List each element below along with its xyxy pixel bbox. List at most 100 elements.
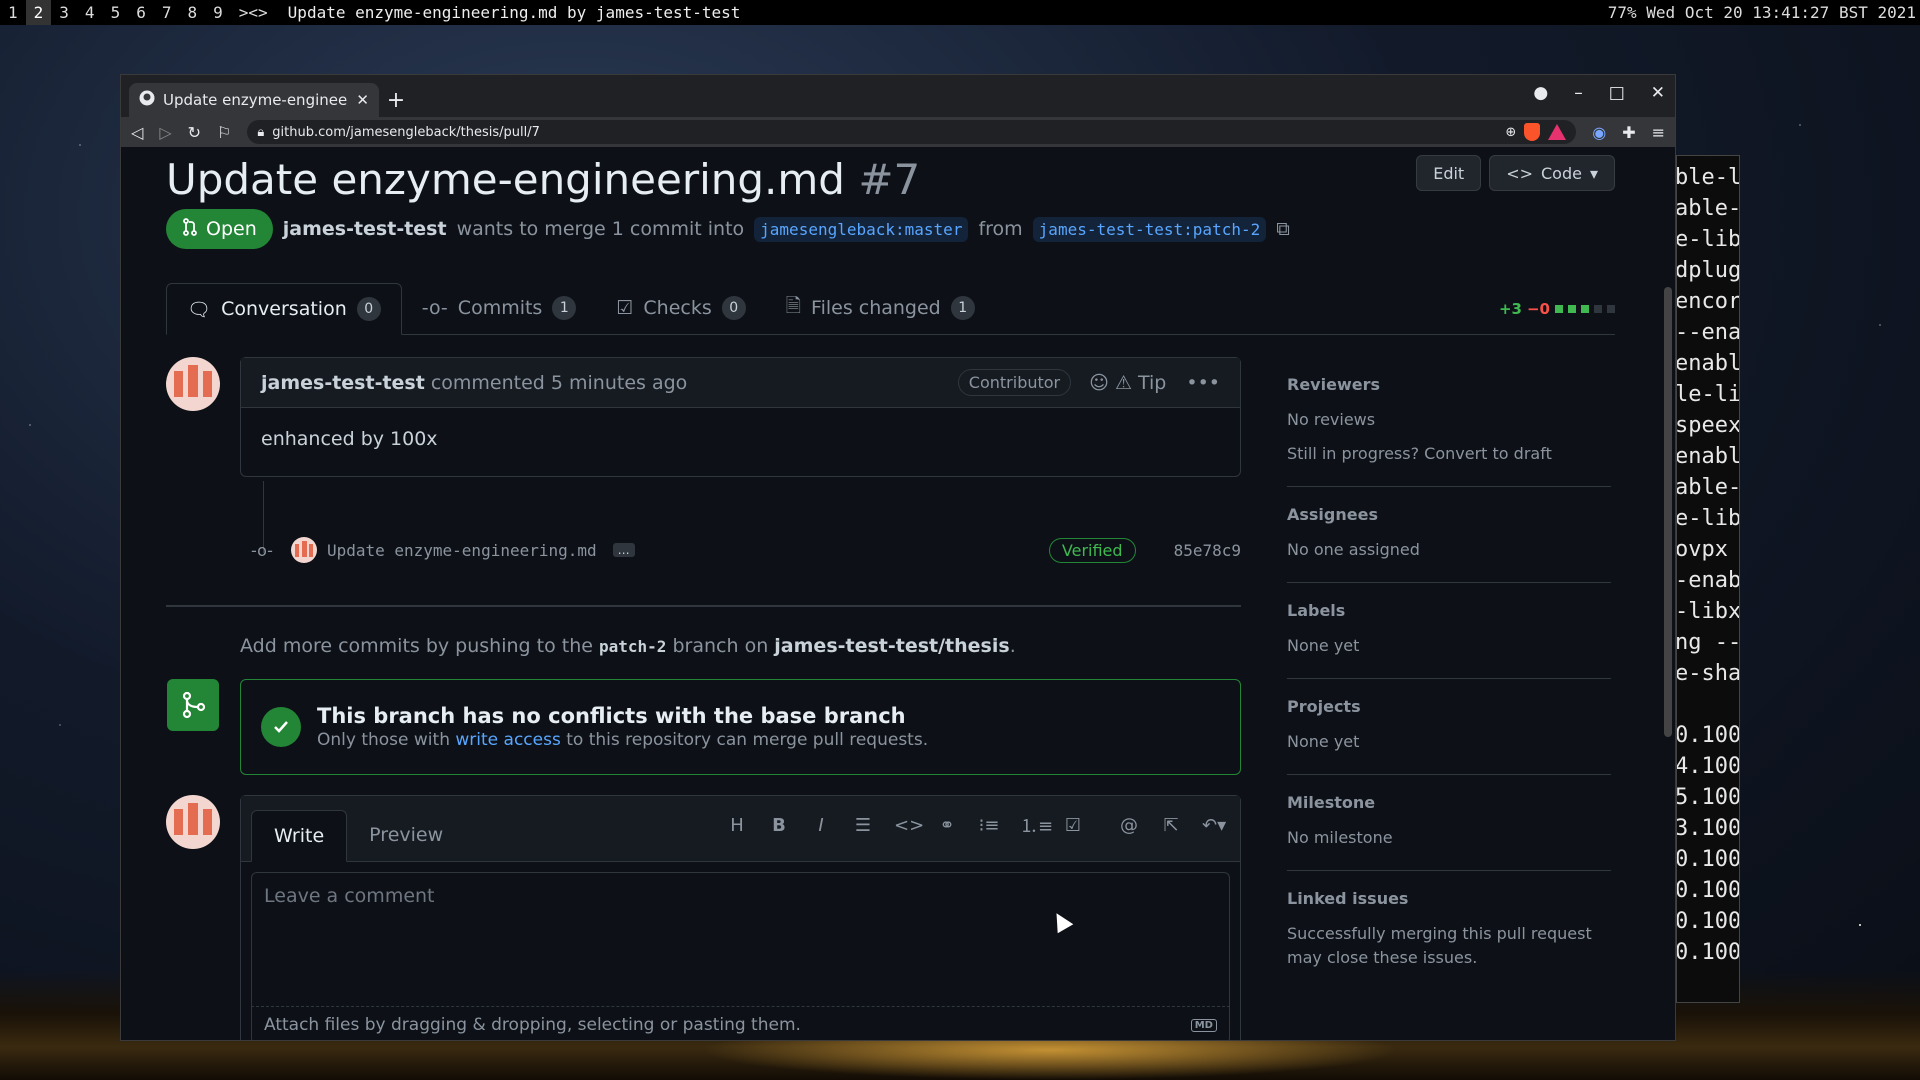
- italic-icon[interactable]: I: [810, 815, 832, 836]
- mention-icon[interactable]: @: [1118, 815, 1140, 836]
- sidebar-heading[interactable]: Milestone: [1287, 793, 1611, 812]
- attach-files-bar[interactable]: Attach files by dragging & dropping, sel…: [251, 1006, 1230, 1040]
- terminal-line: able-: [1676, 196, 1740, 221]
- warning-icon[interactable]: ⚠: [1115, 372, 1132, 394]
- tab-write[interactable]: Write: [251, 810, 348, 862]
- avatar[interactable]: [166, 357, 220, 411]
- numbered-list-icon[interactable]: ⒈≡: [1020, 812, 1053, 838]
- cross-reference-icon[interactable]: ⇱: [1160, 815, 1182, 836]
- commit-avatar[interactable]: [290, 537, 317, 563]
- tab-preview[interactable]: Preview: [347, 809, 465, 861]
- pr-author-link[interactable]: james-test-test: [283, 218, 447, 240]
- merge-status-subtitle: Only those with write access to this rep…: [317, 730, 928, 750]
- back-icon[interactable]: ◁: [131, 123, 143, 142]
- markdown-icon[interactable]: MD: [1190, 1018, 1217, 1032]
- merge-status-title: This branch has no conflicts with the ba…: [317, 704, 906, 728]
- kebab-icon[interactable]: •••: [1186, 372, 1220, 394]
- tab-conversation[interactable]: 🗨︎ Conversation 0: [166, 283, 402, 335]
- bat-rewards-icon[interactable]: [1548, 124, 1567, 140]
- edit-button[interactable]: Edit: [1416, 155, 1482, 191]
- terminal-window[interactable]: ble-l able- e-lib dplug encor --ena enab…: [1676, 155, 1740, 1003]
- copy-icon[interactable]: ⧉: [1276, 218, 1290, 240]
- link-icon[interactable]: ⚭: [936, 815, 958, 836]
- bookmark-icon[interactable]: ⚐: [217, 123, 231, 142]
- sidebar-heading[interactable]: Assignees: [1287, 505, 1611, 524]
- reload-icon[interactable]: ↻: [188, 123, 201, 142]
- workspace-9[interactable]: 9: [205, 0, 231, 25]
- maximize-icon[interactable]: □: [1609, 83, 1625, 103]
- workspace-1[interactable]: 1: [0, 0, 26, 25]
- task-list-icon[interactable]: ☑: [1062, 815, 1084, 836]
- zoom-icon[interactable]: ⊕: [1505, 125, 1516, 140]
- workspace-6[interactable]: 6: [128, 0, 154, 25]
- tab-commits[interactable]: -o- Commits 1: [402, 282, 597, 334]
- commit-sha-link[interactable]: 85e78c9: [1174, 541, 1241, 560]
- tab-checks[interactable]: ☑ Checks 0: [596, 282, 765, 334]
- code-button[interactable]: <> Code ▾: [1489, 155, 1615, 191]
- tab-label: Checks: [643, 297, 712, 319]
- reply-icon[interactable]: ↶▾: [1202, 815, 1226, 836]
- terminal-line: ng --: [1676, 630, 1740, 655]
- tab-files-changed[interactable]: 🗎 Files changed 1: [766, 282, 995, 334]
- sidebar-heading[interactable]: Reviewers: [1287, 375, 1611, 394]
- workspace-7[interactable]: 7: [154, 0, 180, 25]
- terminal-line: 0.100: [1676, 723, 1740, 748]
- workspace-8[interactable]: 8: [179, 0, 205, 25]
- sidebar-heading[interactable]: Labels: [1287, 601, 1611, 620]
- verified-badge[interactable]: Verified: [1048, 537, 1136, 563]
- smiley-icon[interactable]: ☺: [1089, 372, 1109, 394]
- scrollbar-thumb[interactable]: [1664, 287, 1672, 737]
- avatar-pixel: [174, 371, 183, 397]
- tip-label[interactable]: Tip: [1138, 372, 1166, 394]
- sidebar-heading[interactable]: Projects: [1287, 697, 1611, 716]
- terminal-line: 0.100: [1676, 847, 1740, 872]
- commit-icon: -o-: [421, 297, 448, 319]
- address-bar-row: ◁ ▷ ↻ ⚐ 🔒︎ github.com/jamesengleback/the…: [121, 117, 1675, 147]
- page-scrollbar[interactable]: [1661, 147, 1675, 1040]
- url-field[interactable]: 🔒︎ github.com/jamesengleback/thesis/pull…: [247, 120, 1577, 144]
- heading-icon[interactable]: H: [726, 815, 748, 836]
- bulleted-list-icon[interactable]: ⁝≡: [978, 815, 1000, 836]
- avatar[interactable]: [166, 795, 220, 849]
- comment-author[interactable]: james-test-test: [261, 372, 425, 394]
- comment-discussion-icon: 🗨︎: [187, 298, 212, 321]
- workspace-extra[interactable]: ><>: [231, 0, 276, 25]
- sync-icon[interactable]: ◉: [1592, 123, 1606, 142]
- merge-description: wants to merge 1 commit into: [456, 218, 745, 240]
- comment-textarea[interactable]: Leave a comment: [251, 872, 1230, 1006]
- convert-to-draft-link[interactable]: Still in progress? Convert to draft: [1287, 442, 1611, 466]
- avatar-pixel: [294, 544, 299, 557]
- write-access-link[interactable]: write access: [455, 730, 560, 750]
- quote-icon[interactable]: ☰: [852, 815, 874, 836]
- sidebar-heading[interactable]: Linked issues: [1287, 889, 1611, 908]
- terminal-line: 0.100: [1676, 878, 1740, 903]
- code-icon[interactable]: <>: [894, 815, 924, 836]
- menu-icon[interactable]: ≡: [1652, 123, 1665, 142]
- profile-icon[interactable]: ●: [1533, 83, 1548, 103]
- workspace-4[interactable]: 4: [77, 0, 103, 25]
- code-icon: <>: [1506, 163, 1533, 183]
- push-note-repo[interactable]: james-test-test/thesis: [774, 635, 1009, 657]
- workspace-3[interactable]: 3: [51, 0, 77, 25]
- workspace-5[interactable]: 5: [103, 0, 129, 25]
- base-branch[interactable]: jamesengleback:master: [754, 216, 969, 242]
- forward-icon[interactable]: ▷: [159, 123, 171, 142]
- browser-tab[interactable]: Update enzyme-engineerin ✕: [129, 83, 379, 117]
- brave-shield-icon[interactable]: [1524, 123, 1541, 141]
- commit-message-link[interactable]: Update enzyme-engineering.md: [327, 541, 597, 560]
- deletions: −0: [1526, 300, 1550, 318]
- pr-number: #7: [858, 155, 921, 204]
- close-tab-icon[interactable]: ✕: [356, 91, 369, 109]
- bold-icon[interactable]: B: [768, 815, 790, 836]
- minimize-icon[interactable]: –: [1574, 83, 1583, 103]
- new-tab-button[interactable]: +: [379, 83, 413, 117]
- commit-expand-button[interactable]: …: [612, 543, 635, 557]
- close-window-icon[interactable]: ✕: [1651, 83, 1665, 103]
- head-branch[interactable]: james-test-test:patch-2: [1032, 216, 1267, 242]
- diffstat-block: [1594, 305, 1602, 313]
- sidebar-milestone: Milestone No milestone: [1287, 775, 1611, 871]
- from-text: from: [978, 218, 1023, 240]
- workspace-2[interactable]: 2: [25, 0, 52, 25]
- avatar-pixel: [308, 544, 313, 557]
- extensions-icon[interactable]: ✚: [1622, 123, 1635, 142]
